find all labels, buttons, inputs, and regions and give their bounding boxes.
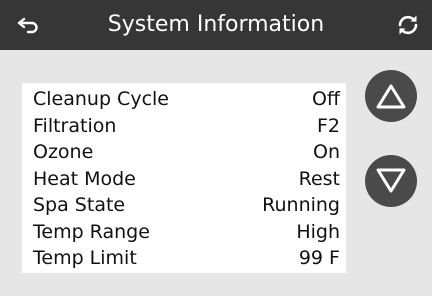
info-row-temp-limit: Temp Limit 99 F [33,245,340,272]
info-row-filtration: Filtration F2 [33,113,340,140]
back-arrow-icon [17,17,38,34]
scroll-down-button[interactable] [365,155,417,207]
info-label: Filtration [33,114,117,137]
info-row-cleanup-cycle: Cleanup Cycle Off [33,86,340,113]
triangle-up-icon [376,84,406,109]
info-label: Ozone [33,141,94,164]
back-button[interactable] [6,6,50,44]
page-title: System Information [107,12,325,37]
info-label: Spa State [33,194,126,217]
info-value: Running [262,194,340,217]
info-row-heat-mode: Heat Mode Rest [33,166,340,193]
header-bar: System Information [0,0,432,50]
info-label: Cleanup Cycle [33,88,169,111]
triangle-down-icon [376,168,406,193]
refresh-button[interactable] [388,6,428,44]
info-label: Temp Range [33,220,150,243]
info-value: 99 F [298,247,340,270]
info-value: Off [311,88,340,111]
info-value: Rest [298,167,340,190]
info-label: Temp Limit [33,247,137,270]
info-row-spa-state: Spa State Running [33,192,340,219]
info-row-ozone: Ozone On [33,139,340,166]
scroll-up-button[interactable] [365,70,417,122]
info-row-temp-range: Temp Range High [33,219,340,246]
info-value: F2 [316,114,340,137]
info-value: High [296,220,340,243]
system-info-panel: Cleanup Cycle Off Filtration F2 Ozone On… [22,83,346,273]
info-value: On [313,141,340,164]
refresh-icon [398,15,418,35]
info-label: Heat Mode [33,167,136,190]
